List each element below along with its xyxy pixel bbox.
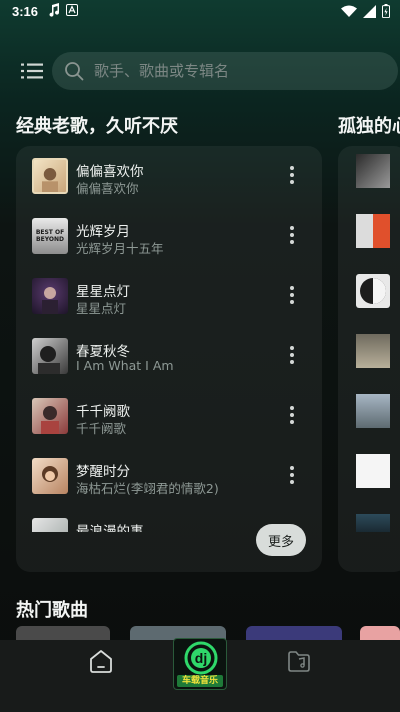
song-cover — [32, 278, 68, 314]
status-left-icons — [48, 3, 78, 17]
wifi-icon — [341, 5, 357, 17]
more-options-icon[interactable] — [282, 224, 302, 248]
home-icon[interactable] — [88, 648, 114, 674]
classic-songs-card: 偏偏喜欢你 偏偏喜欢你 BEST OF BEYOND 光辉岁月 光辉岁月十五年 … — [16, 146, 322, 572]
signal-icon — [363, 4, 376, 18]
song-title: 春夏秋冬 — [76, 344, 130, 360]
dj-logo-mark: dj — [184, 641, 218, 675]
music-folder-icon[interactable] — [286, 648, 312, 674]
song-artist: 偏偏喜欢你 — [76, 181, 139, 196]
song-artist: 光辉岁月十五年 — [76, 241, 164, 256]
song-title: 最浪漫的事 — [76, 524, 144, 532]
song-title: 梦醒时分 — [76, 464, 130, 480]
battery-icon — [382, 4, 390, 18]
song-item[interactable]: 梦醒时分 海枯石烂(李翊君的情歌2) — [16, 452, 322, 512]
song-item[interactable]: BEST OF BEYOND 光辉岁月 光辉岁月十五年 — [16, 212, 322, 272]
top-bar — [0, 52, 400, 90]
song-cover — [32, 518, 68, 532]
more-options-icon[interactable] — [282, 404, 302, 428]
hot-song-cover[interactable] — [360, 626, 400, 640]
song-artist: I Am What I Am — [76, 358, 174, 373]
hot-song-cover[interactable] — [246, 626, 342, 640]
song-artist: 星星点灯 — [76, 301, 127, 316]
lonely-cover[interactable] — [356, 274, 390, 308]
song-item[interactable]: 偏偏喜欢你 偏偏喜欢你 — [16, 152, 322, 212]
lonely-cover[interactable] — [356, 214, 390, 248]
song-cover — [32, 338, 68, 374]
more-button[interactable]: 更多 — [256, 524, 306, 556]
cover-text: BEST OF BEYOND — [35, 229, 65, 243]
font-a-icon — [66, 4, 78, 16]
song-cover — [32, 458, 68, 494]
song-title: 光辉岁月 — [76, 224, 130, 240]
search-input[interactable] — [94, 60, 374, 82]
song-list: 偏偏喜欢你 偏偏喜欢你 BEST OF BEYOND 光辉岁月 光辉岁月十五年 … — [16, 152, 322, 532]
song-cover — [32, 158, 68, 194]
music-note-icon — [49, 3, 60, 17]
section-title-hot: 热门歌曲 — [16, 600, 88, 621]
logo-caption: 车载音乐 — [177, 675, 223, 687]
more-options-icon[interactable] — [282, 344, 302, 368]
search-box[interactable] — [52, 52, 398, 90]
lonely-cover[interactable] — [356, 394, 390, 428]
status-time: 3:16 — [12, 4, 39, 19]
lonely-cover[interactable] — [356, 514, 390, 532]
more-options-icon[interactable] — [282, 164, 302, 188]
lonely-songs-card — [338, 146, 400, 572]
list-menu-icon[interactable] — [20, 59, 44, 83]
song-artist: 海枯石烂(李翊君的情歌2) — [76, 481, 219, 496]
section-title-lonely: 孤独的心 — [338, 116, 400, 137]
logo-text: dj — [195, 650, 207, 666]
section-title-classic: 经典老歌，久听不厌 — [16, 116, 178, 137]
song-item[interactable]: 千千阙歌 千千阙歌 — [16, 392, 322, 452]
song-title: 星星点灯 — [76, 284, 130, 300]
song-item[interactable]: 星星点灯 星星点灯 — [16, 272, 322, 332]
lonely-cover[interactable] — [356, 154, 390, 188]
hot-song-cover[interactable] — [16, 626, 110, 640]
lonely-cover[interactable] — [356, 454, 390, 488]
more-options-icon[interactable] — [282, 464, 302, 488]
lonely-cover[interactable] — [356, 334, 390, 368]
status-bar: 3:16 — [0, 0, 400, 24]
song-cover — [32, 398, 68, 434]
song-title: 千千阙歌 — [76, 404, 130, 420]
search-icon — [65, 62, 84, 81]
song-item[interactable]: 春夏秋冬 I Am What I Am — [16, 332, 322, 392]
song-artist: 千千阙歌 — [76, 421, 127, 436]
song-cover: BEST OF BEYOND — [32, 218, 68, 254]
more-options-icon[interactable] — [282, 284, 302, 308]
song-title: 偏偏喜欢你 — [76, 164, 144, 180]
dj-logo-icon[interactable]: dj 车载音乐 — [173, 638, 227, 690]
status-right-icons — [341, 4, 390, 18]
bottom-nav: dj 车载音乐 — [0, 638, 400, 712]
